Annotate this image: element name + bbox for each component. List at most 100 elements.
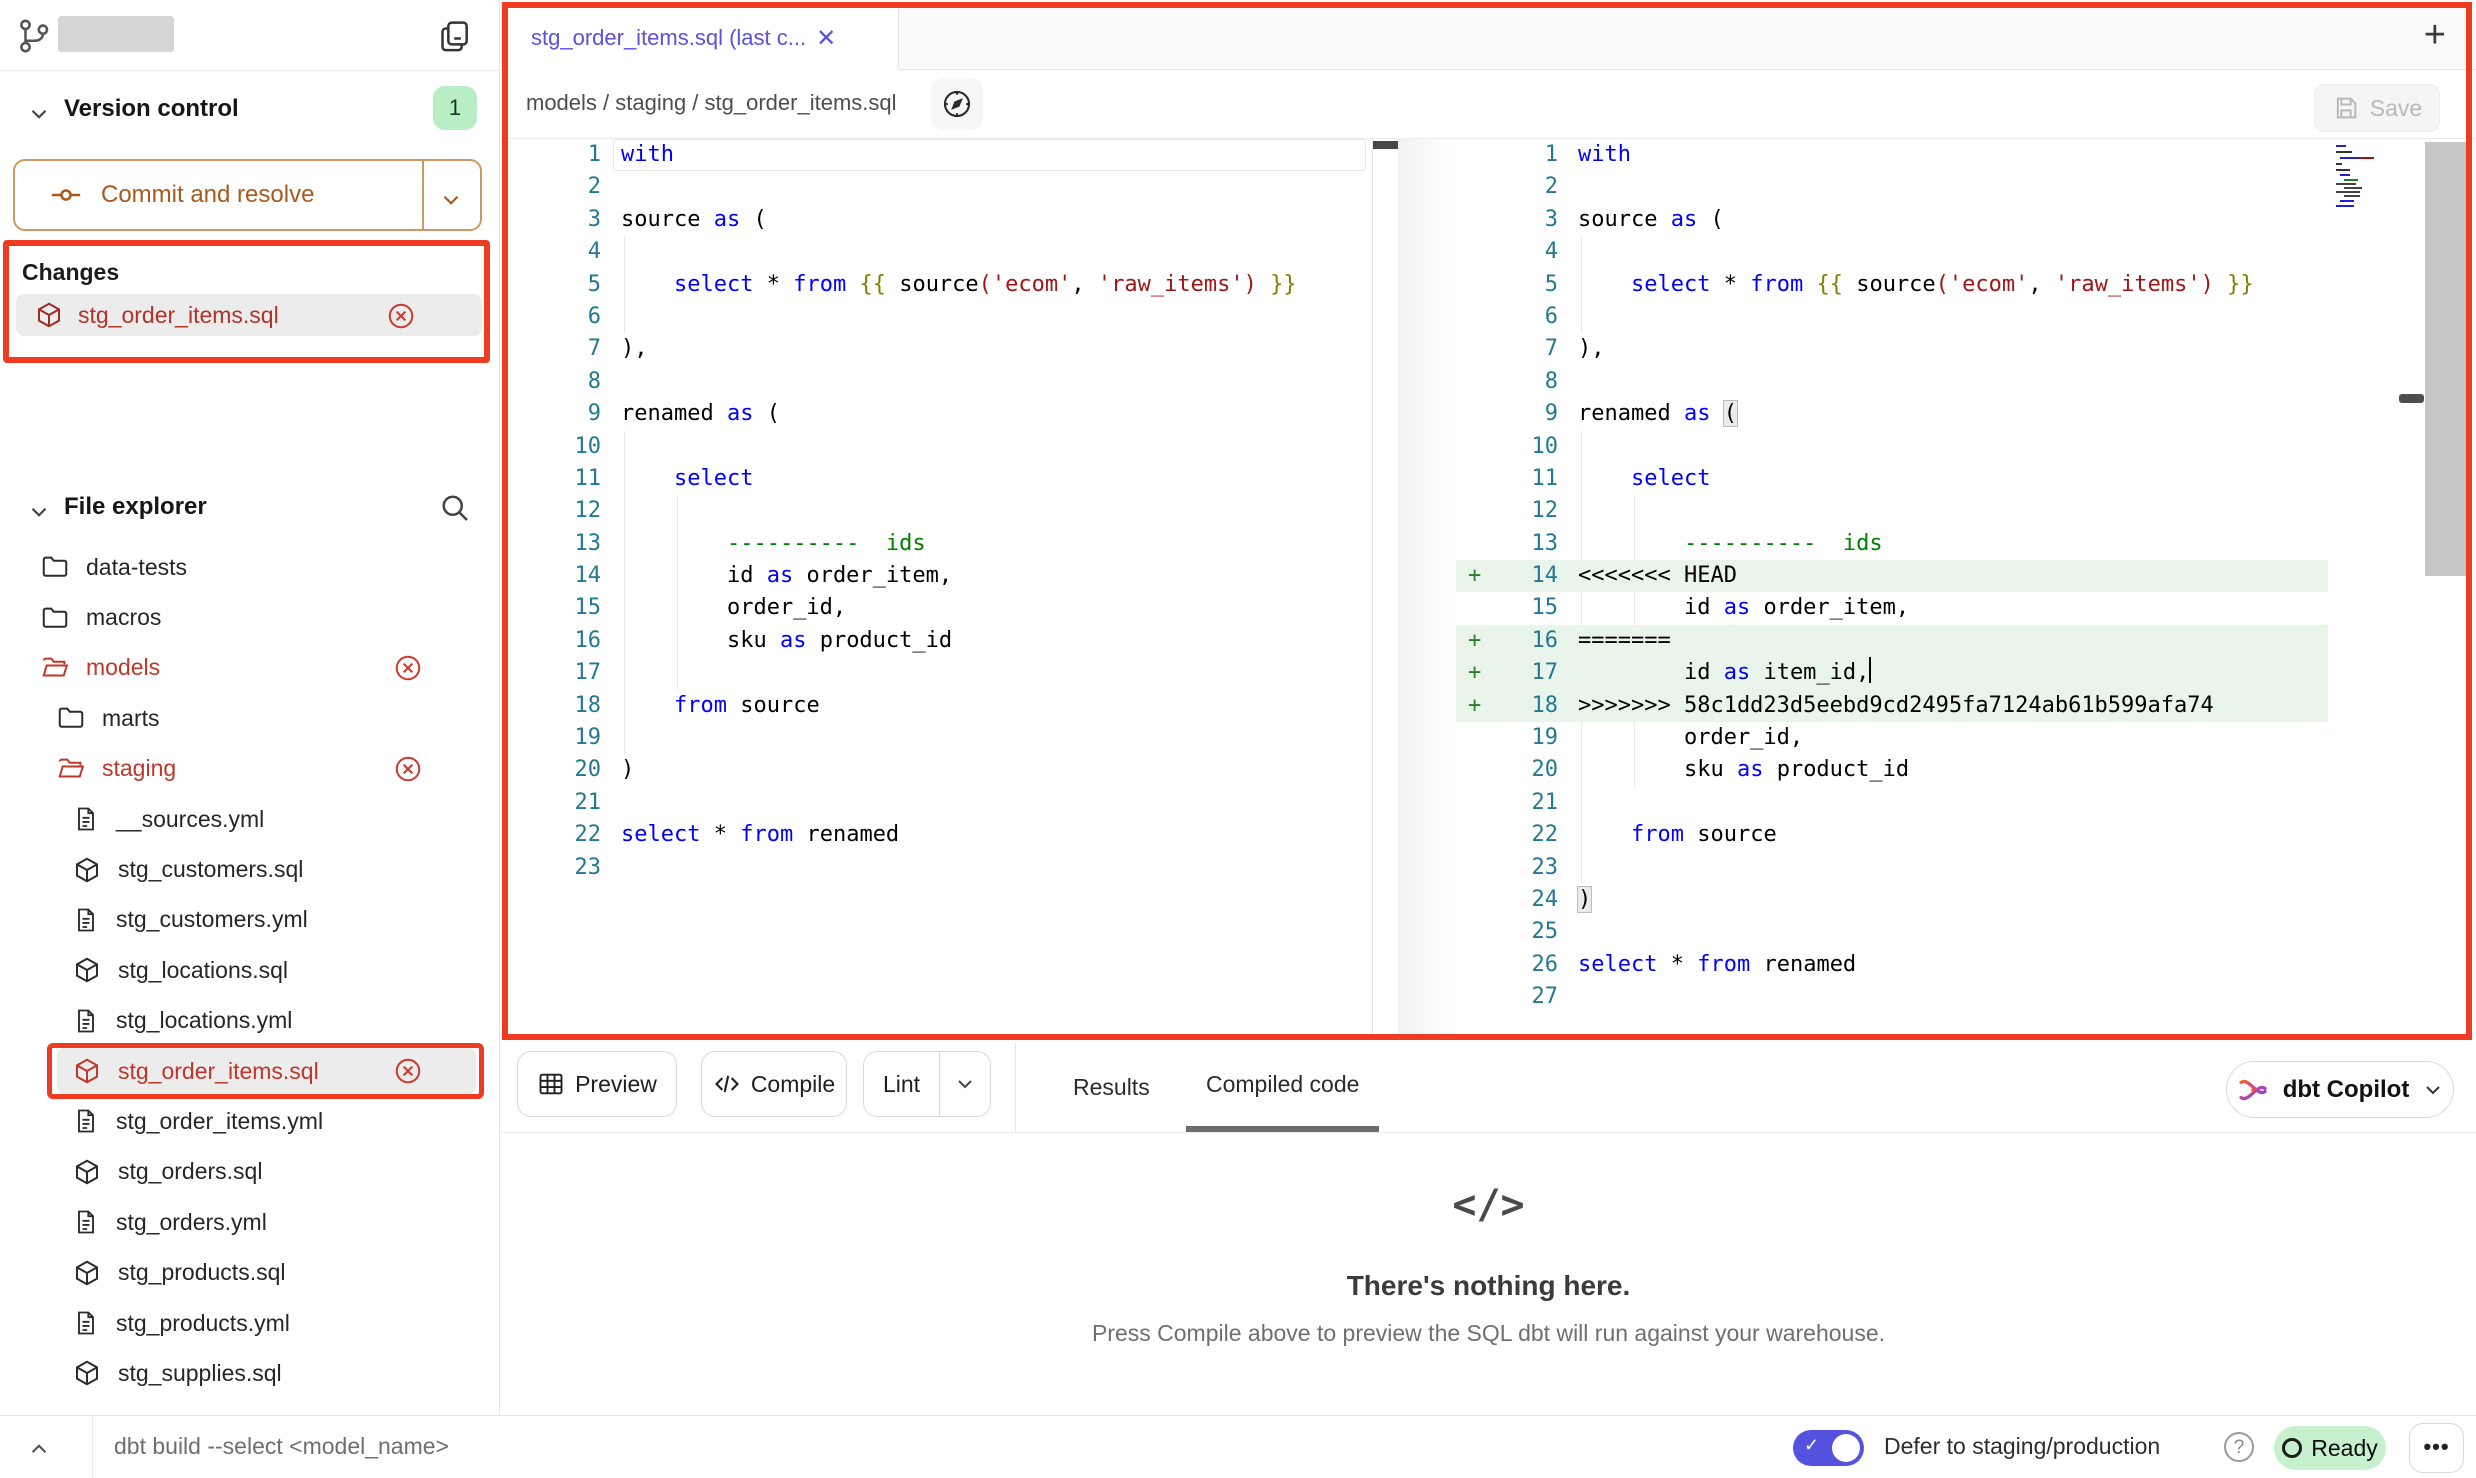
code-line[interactable]: 3source as (: [1456, 204, 2476, 236]
code-line[interactable]: 3source as (: [501, 204, 1372, 236]
code-line[interactable]: 17: [501, 657, 1372, 689]
file-tree-item[interactable]: stg_locations.sql: [0, 945, 499, 995]
pane-divider[interactable]: [1372, 139, 1373, 1037]
code-line[interactable]: 16 sku as product_id: [501, 625, 1372, 657]
minimap[interactable]: [2334, 143, 2402, 209]
copy-icon[interactable]: [435, 16, 475, 56]
code-line[interactable]: 12: [1456, 495, 2476, 527]
discard-change-icon[interactable]: [393, 653, 423, 683]
code-line[interactable]: 25: [1456, 916, 2476, 948]
file-explorer-header[interactable]: File explorer: [0, 488, 499, 528]
compile-button[interactable]: Compile: [701, 1051, 847, 1117]
close-tab-icon[interactable]: ✕: [816, 24, 836, 53]
code-line[interactable]: 1with: [501, 139, 1372, 171]
code-line[interactable]: +17 id as item_id,: [1456, 657, 2476, 689]
file-tree-item[interactable]: stg_supplies.sql: [0, 1348, 499, 1398]
code-line[interactable]: 18 from source: [501, 690, 1372, 722]
code-line[interactable]: 10: [501, 431, 1372, 463]
file-tree-item[interactable]: stg_customers.sql: [0, 844, 499, 894]
preview-button[interactable]: Preview: [517, 1051, 677, 1117]
code-line[interactable]: 9renamed as (: [1456, 398, 2476, 430]
new-tab-icon[interactable]: +: [2424, 14, 2446, 57]
panel-tab-results[interactable]: Results: [1073, 1042, 1150, 1132]
code-line[interactable]: 13 ---------- ids: [501, 528, 1372, 560]
code-line[interactable]: 6: [501, 301, 1372, 333]
code-line[interactable]: 11 select: [1456, 463, 2476, 495]
code-line[interactable]: 5 select * from {{ source('ecom', 'raw_i…: [1456, 269, 2476, 301]
ready-status-badge[interactable]: Ready: [2274, 1426, 2386, 1470]
code-line[interactable]: +14<<<<<<< HEAD: [1456, 560, 2476, 592]
code-line[interactable]: 21: [501, 787, 1372, 819]
command-input[interactable]: dbt build --select <model_name>: [114, 1433, 449, 1460]
code-line[interactable]: 23: [1456, 852, 2476, 884]
changed-file-row[interactable]: stg_order_items.sql: [16, 294, 482, 336]
commit-and-resolve-button[interactable]: Commit and resolve: [13, 159, 482, 231]
code-line[interactable]: 10: [1456, 431, 2476, 463]
code-line[interactable]: 27: [1456, 981, 2476, 1013]
file-tree-item[interactable]: stg_products.yml: [0, 1298, 499, 1348]
file-tree-item[interactable]: stg_order_items.yml: [0, 1096, 499, 1146]
lineage-compass-icon[interactable]: [931, 78, 983, 130]
code-line[interactable]: 14 id as order_item,: [501, 560, 1372, 592]
file-tree-item[interactable]: marts: [0, 693, 499, 743]
code-line[interactable]: +18>>>>>>> 58c1dd23d5eebd9cd2495fa7124ab…: [1456, 690, 2476, 722]
code-line[interactable]: 11 select: [501, 463, 1372, 495]
code-line[interactable]: 20 sku as product_id: [1456, 754, 2476, 786]
defer-toggle[interactable]: ✓: [1793, 1430, 1864, 1466]
file-tree-item[interactable]: staging: [0, 744, 499, 794]
code-line[interactable]: 4: [1456, 236, 2476, 268]
code-line[interactable]: 15 order_id,: [501, 592, 1372, 624]
code-line[interactable]: 15 id as order_item,: [1456, 592, 2476, 624]
expand-command-bar-icon[interactable]: [26, 1436, 52, 1462]
more-options-button[interactable]: •••: [2409, 1423, 2464, 1473]
code-line[interactable]: 6: [1456, 301, 2476, 333]
search-icon[interactable]: [437, 490, 473, 526]
file-tree-item[interactable]: __sources.yml: [0, 794, 499, 844]
commit-dropdown-chevron-icon[interactable]: [438, 187, 464, 213]
diff-pane-modified[interactable]: 1with23source as (45 select * from {{ so…: [1456, 139, 2476, 1037]
code-line[interactable]: 9renamed as (: [501, 398, 1372, 430]
save-button[interactable]: Save: [2314, 84, 2440, 132]
discard-change-icon[interactable]: [393, 754, 423, 784]
diff-editor[interactable]: 1with23source as (45 select * from {{ so…: [501, 139, 2476, 1037]
file-tree-item[interactable]: models: [0, 643, 499, 693]
code-line[interactable]: 21: [1456, 787, 2476, 819]
version-control-header[interactable]: Version control 1: [0, 90, 499, 130]
code-line[interactable]: 20): [501, 754, 1372, 786]
discard-change-icon[interactable]: [386, 301, 416, 331]
code-line[interactable]: +16=======: [1456, 625, 2476, 657]
right-scrollbar-thumb[interactable]: [2399, 394, 2424, 403]
branch-name-placeholder[interactable]: [58, 16, 174, 52]
file-tree-item[interactable]: stg_orders.sql: [0, 1147, 499, 1197]
code-line[interactable]: 7),: [1456, 333, 2476, 365]
code-line[interactable]: 22 from source: [1456, 819, 2476, 851]
code-line[interactable]: 23: [501, 852, 1372, 884]
code-line[interactable]: 1with: [1456, 139, 2476, 171]
code-line[interactable]: 7),: [501, 333, 1372, 365]
code-line[interactable]: 2: [1456, 171, 2476, 203]
code-line[interactable]: 4: [501, 236, 1372, 268]
lint-button[interactable]: Lint: [863, 1051, 991, 1117]
code-line[interactable]: 24): [1456, 884, 2476, 916]
code-line[interactable]: 8: [1456, 366, 2476, 398]
dbt-copilot-button[interactable]: dbt Copilot: [2226, 1061, 2454, 1118]
file-tree-item[interactable]: stg_customers.yml: [0, 895, 499, 945]
file-tree-item[interactable]: stg_products.sql: [0, 1247, 499, 1297]
right-scrollbar-track[interactable]: [2425, 142, 2467, 576]
code-line[interactable]: 2: [501, 171, 1372, 203]
code-line[interactable]: 13 ---------- ids: [1456, 528, 2476, 560]
file-tree-item[interactable]: stg_order_items.sql: [0, 1046, 499, 1096]
code-line[interactable]: 8: [501, 366, 1372, 398]
diff-pane-original[interactable]: 1with23source as (45 select * from {{ so…: [501, 139, 1372, 1037]
file-tree-item[interactable]: data-tests: [0, 542, 499, 592]
code-line[interactable]: 12: [501, 495, 1372, 527]
lint-dropdown-chevron-icon[interactable]: [940, 1072, 990, 1096]
file-tree-item[interactable]: macros: [0, 592, 499, 642]
help-icon[interactable]: ?: [2224, 1432, 2254, 1462]
code-line[interactable]: 26select * from renamed: [1456, 949, 2476, 981]
code-line[interactable]: 22select * from renamed: [501, 819, 1372, 851]
panel-tab-compiled-code[interactable]: Compiled code: [1186, 1042, 1379, 1132]
tab-stg-order-items[interactable]: stg_order_items.sql (last c... ✕: [507, 6, 899, 70]
file-tree-item[interactable]: stg_locations.yml: [0, 996, 499, 1046]
discard-change-icon[interactable]: [393, 1056, 423, 1086]
